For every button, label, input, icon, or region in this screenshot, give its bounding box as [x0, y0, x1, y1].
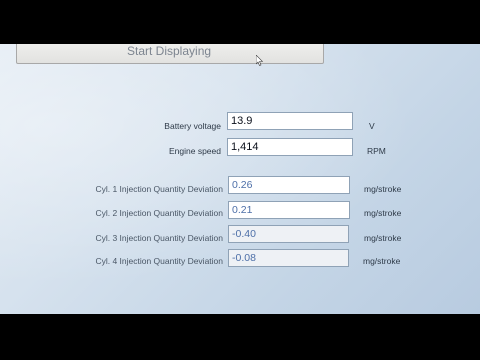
battery-voltage-label: Battery voltage [164, 121, 221, 131]
cyl3-deviation-unit: mg/stroke [364, 233, 402, 243]
cyl2-deviation-label: Cyl. 2 Injection Quantity Deviation [95, 208, 223, 218]
cyl1-deviation-unit: mg/stroke [364, 184, 402, 194]
cyl1-deviation-field[interactable]: 0.26 [228, 176, 350, 194]
mouse-cursor-icon [256, 55, 263, 66]
cyl3-deviation-field[interactable]: -0.40 [228, 225, 349, 243]
engine-speed-unit: RPM [367, 146, 386, 156]
cyl4-deviation-label: Cyl. 4 Injection Quantity Deviation [95, 256, 223, 266]
cyl3-deviation-label: Cyl. 3 Injection Quantity Deviation [95, 233, 223, 243]
cyl4-deviation-unit: mg/stroke [363, 256, 401, 266]
battery-voltage-field[interactable]: 13.9 [227, 112, 353, 130]
engine-speed-label: Engine speed [169, 146, 221, 156]
cyl4-deviation-field[interactable]: -0.08 [228, 249, 349, 267]
engine-speed-field[interactable]: 1,414 [227, 138, 353, 156]
cyl1-deviation-label: Cyl. 1 Injection Quantity Deviation [95, 184, 223, 194]
battery-voltage-unit: V [369, 121, 375, 131]
cyl2-deviation-field[interactable]: 0.21 [228, 201, 350, 219]
start-displaying-button[interactable]: Start Displaying [16, 44, 324, 64]
monitor-screen: Start Displaying Battery voltage 13.9 V … [0, 44, 480, 314]
cyl2-deviation-unit: mg/stroke [364, 208, 402, 218]
